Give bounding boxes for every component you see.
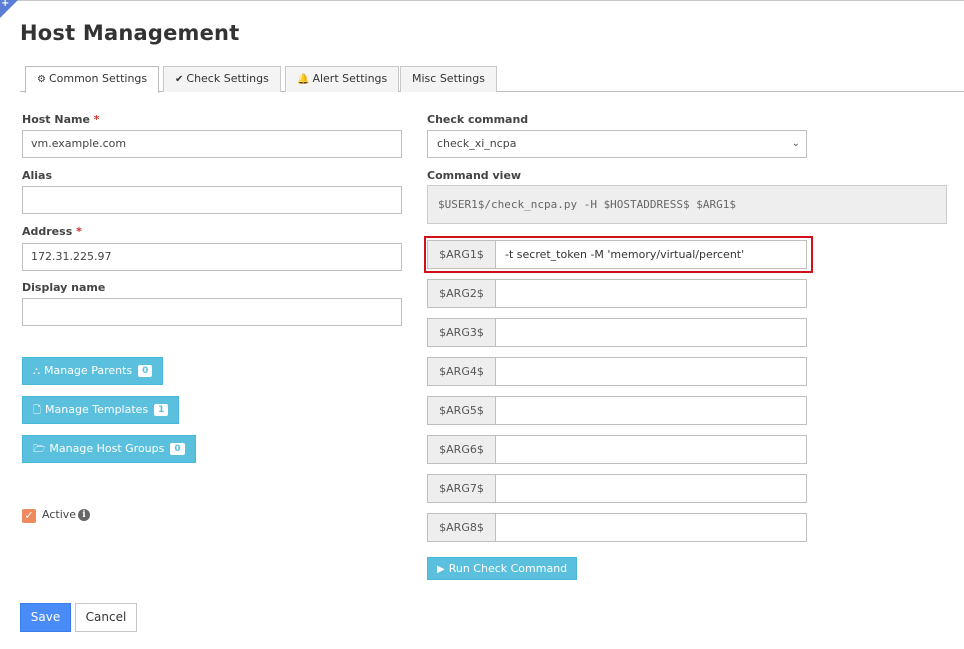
host-name-input[interactable]: vm.example.com bbox=[22, 130, 402, 158]
alias-input[interactable] bbox=[22, 186, 402, 214]
tab-label: Check Settings bbox=[186, 72, 269, 85]
tab-label: Misc Settings bbox=[412, 72, 485, 85]
tab-common-settings[interactable]: ⚙ Common Settings bbox=[25, 66, 160, 93]
arg7-row: $ARG7$ bbox=[427, 474, 807, 503]
arg-addon: $ARG2$ bbox=[427, 279, 496, 308]
count-badge: 0 bbox=[138, 365, 153, 377]
file-icon: 🗋 bbox=[33, 405, 42, 416]
active-checkbox[interactable]: ✓ bbox=[22, 509, 36, 523]
tab-check-settings[interactable]: ✔ Check Settings bbox=[163, 66, 281, 92]
count-badge: 1 bbox=[154, 404, 169, 416]
active-label: Active bbox=[42, 508, 77, 521]
arg3-row: $ARG3$ bbox=[427, 318, 807, 347]
count-badge: 0 bbox=[170, 443, 185, 455]
arg-addon: $ARG5$ bbox=[427, 396, 496, 425]
tab-label: Alert Settings bbox=[312, 72, 388, 85]
arg8-row: $ARG8$ bbox=[427, 513, 807, 542]
required-mark: * bbox=[76, 225, 82, 238]
play-icon: ▶ bbox=[437, 564, 445, 575]
alias-label: Alias bbox=[22, 169, 53, 182]
check-command-value: check_xi_ncpa bbox=[437, 137, 517, 150]
sitemap-icon: ⛬ bbox=[33, 366, 40, 377]
arg8-input[interactable] bbox=[495, 513, 807, 542]
chevron-down-icon: ⌄ bbox=[791, 138, 800, 149]
command-view-field: $USER1$/check_ncpa.py -H $HOSTADDRESS$ $… bbox=[427, 185, 947, 224]
arg5-input[interactable] bbox=[495, 396, 807, 425]
tab-misc-settings[interactable]: Misc Settings bbox=[400, 66, 497, 92]
gear-icon: ⚙ bbox=[37, 74, 46, 85]
settings-tabs: ⚙ Common Settings ✔ Check Settings 🔔 Alert … bbox=[20, 66, 964, 93]
arg-addon: $ARG7$ bbox=[427, 474, 496, 503]
address-input[interactable]: 172.31.225.97 bbox=[22, 243, 402, 271]
top-border bbox=[0, 0, 964, 1]
arg2-row: $ARG2$ bbox=[427, 279, 807, 308]
display-name-input[interactable] bbox=[22, 298, 402, 326]
check-command-label: Check command bbox=[427, 113, 529, 126]
arg2-input[interactable] bbox=[495, 279, 807, 308]
check-command-select[interactable]: check_xi_ncpa ⌄ bbox=[427, 130, 807, 158]
arg6-row: $ARG6$ bbox=[427, 435, 807, 464]
info-icon[interactable]: i bbox=[78, 509, 90, 521]
required-mark: * bbox=[93, 113, 100, 126]
command-view-label: Command view bbox=[427, 169, 522, 182]
bell-icon: 🔔 bbox=[297, 74, 310, 85]
tab-label: Common Settings bbox=[48, 72, 148, 85]
page-title: Host Management bbox=[20, 21, 240, 45]
arg7-input[interactable] bbox=[495, 474, 807, 503]
arg4-row: $ARG4$ bbox=[427, 357, 807, 386]
arg6-input[interactable] bbox=[495, 435, 807, 464]
cancel-button[interactable]: Cancel bbox=[75, 603, 137, 632]
highlight-box bbox=[424, 236, 813, 273]
host-name-label: Host Name * bbox=[22, 113, 100, 126]
manage-parents-button[interactable]: ⛬ Manage Parents 0 bbox=[22, 357, 164, 385]
arg4-input[interactable] bbox=[495, 357, 807, 386]
arg3-input[interactable] bbox=[495, 318, 807, 347]
plus-icon[interactable]: + bbox=[1, 0, 9, 9]
run-check-command-button[interactable]: ▶ Run Check Command bbox=[427, 557, 578, 580]
tab-alert-settings[interactable]: 🔔 Alert Settings bbox=[285, 66, 400, 92]
arg-addon: $ARG3$ bbox=[427, 318, 496, 347]
arg-addon: $ARG6$ bbox=[427, 435, 496, 464]
manage-host-groups-button[interactable]: 🗁 Manage Host Groups 0 bbox=[22, 435, 196, 463]
folder-open-icon: 🗁 bbox=[33, 444, 46, 455]
save-button[interactable]: Save bbox=[20, 603, 71, 632]
display-name-label: Display name bbox=[22, 281, 106, 294]
arg-addon: $ARG4$ bbox=[427, 357, 496, 386]
arg5-row: $ARG5$ bbox=[427, 396, 807, 425]
arg-addon: $ARG8$ bbox=[427, 513, 496, 542]
check-icon: ✔ bbox=[175, 74, 184, 85]
manage-templates-button[interactable]: 🗋 Manage Templates 1 bbox=[22, 396, 180, 424]
address-label: Address * bbox=[22, 225, 82, 238]
